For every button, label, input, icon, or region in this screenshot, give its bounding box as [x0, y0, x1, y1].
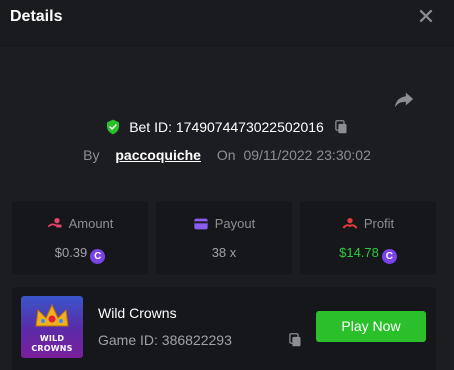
- amount-label: Amount: [68, 216, 114, 231]
- on-label: On: [216, 147, 236, 163]
- game-card: WILD CROWNS Wild Crowns Game ID: 3868222…: [12, 287, 436, 370]
- bet-datetime: 09/11/2022 23:30:02: [243, 147, 371, 163]
- amount-icon: [47, 218, 62, 228]
- share-icon[interactable]: [393, 88, 415, 110]
- username-link[interactable]: paccoquiche: [115, 147, 201, 163]
- thumb-title-line1: WILD: [39, 334, 65, 343]
- close-icon[interactable]: ✕: [416, 6, 436, 28]
- coin-icon: C: [381, 249, 397, 264]
- bet-meta-line: By paccoquiche On 09/11/2022 23:30:02: [0, 147, 454, 163]
- profit-value: $14.78: [339, 245, 379, 260]
- payout-icon: [194, 218, 208, 230]
- profit-label: Profit: [363, 216, 395, 231]
- modal-header: Details ✕: [0, 0, 454, 46]
- copy-icon[interactable]: [288, 332, 303, 348]
- bet-id-value: 1749074473022502016: [175, 119, 324, 135]
- game-thumbnail[interactable]: WILD CROWNS: [21, 296, 83, 358]
- bet-id-line: Bet ID: 1749074473022502016: [0, 119, 454, 135]
- bet-stats: Amount $0.39 C Payout 38 x Profit $14.78 C: [12, 201, 436, 275]
- payout-card: Payout 38 x: [156, 201, 292, 275]
- crown-icon: [35, 303, 69, 327]
- amount-card: Amount $0.39 C: [12, 201, 148, 275]
- game-id: Game ID: 386822293: [98, 332, 232, 348]
- game-name[interactable]: Wild Crowns: [98, 305, 177, 321]
- shield-check-icon: [107, 119, 120, 135]
- amount-value: $0.39: [54, 245, 88, 260]
- coin-icon: C: [90, 249, 106, 264]
- profit-card: Profit $14.78 C: [300, 201, 436, 275]
- profit-icon: [342, 218, 358, 229]
- payout-label: Payout: [214, 216, 256, 231]
- bet-id-label: Bet ID:: [129, 119, 172, 135]
- play-now-button[interactable]: Play Now: [316, 311, 426, 342]
- payout-value: 38 x: [211, 245, 237, 260]
- thumb-title-line2: CROWNS: [31, 344, 73, 353]
- modal-title: Details: [10, 8, 63, 25]
- by-label: By: [83, 147, 100, 163]
- copy-icon[interactable]: [334, 119, 349, 135]
